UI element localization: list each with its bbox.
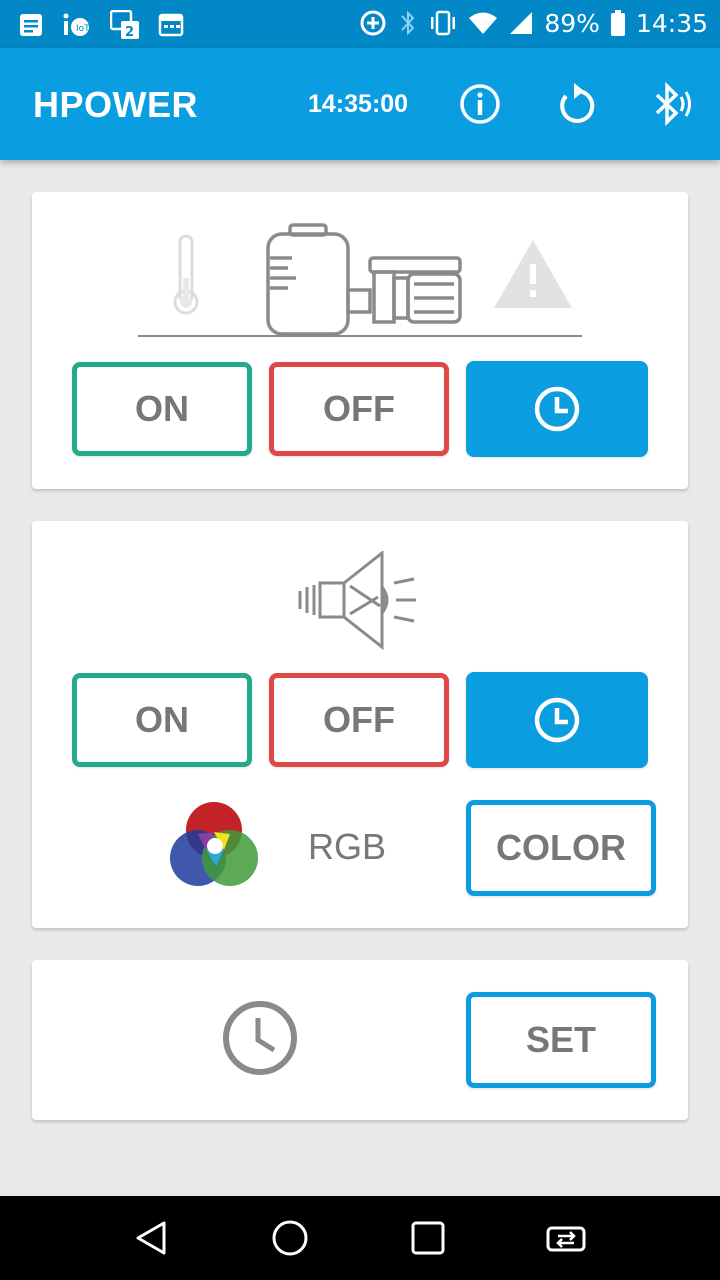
pump-icon: [266, 223, 462, 336]
light-on-button[interactable]: ON: [72, 673, 252, 767]
svg-text:IoT: IoT: [76, 24, 90, 34]
light-card: ON OFF RGB COLOR: [32, 521, 688, 928]
status-time: 14:35: [635, 8, 708, 38]
pump-off-button[interactable]: OFF: [269, 362, 449, 456]
status-bar: IoT 2 89% 14:35: [0, 0, 720, 48]
wifi-icon: [469, 12, 498, 34]
rgb-label: RGB: [308, 826, 387, 867]
iot-icon: IoT: [63, 13, 90, 36]
data-saver-icon: [360, 10, 386, 36]
pump-on-button[interactable]: ON: [72, 362, 252, 456]
app-bar: HPOWER 14:35:00: [0, 48, 720, 160]
warning-icon: [494, 240, 572, 308]
clock-icon: [223, 1001, 297, 1075]
light-timer-button[interactable]: [466, 672, 648, 768]
screen-switch-icon[interactable]: [544, 1216, 588, 1260]
pump-card: ON OFF: [32, 192, 688, 489]
calendar-icon: [158, 13, 184, 37]
app-clock: 14:35:00: [308, 90, 409, 118]
info-icon[interactable]: [458, 82, 502, 126]
battery-icon: [610, 10, 625, 36]
clock-icon: [534, 697, 580, 743]
back-icon[interactable]: [130, 1216, 174, 1260]
pump-timer-button[interactable]: [466, 361, 648, 457]
bluetooth-icon: [401, 10, 415, 36]
light-off-button[interactable]: OFF: [269, 673, 449, 767]
bluetooth-connected-icon[interactable]: [650, 82, 694, 126]
set-button[interactable]: SET: [466, 992, 656, 1088]
thermometer-icon: [173, 234, 199, 315]
app-title: HPOWER: [33, 84, 198, 125]
refresh-icon[interactable]: [554, 82, 598, 126]
navigation-bar: [0, 1196, 720, 1280]
pump-illustration: [138, 223, 582, 337]
recents-icon[interactable]: [406, 1216, 450, 1260]
color-button[interactable]: COLOR: [466, 800, 656, 896]
signal-icon: [510, 12, 533, 34]
dual-sim-icon: 2: [110, 10, 139, 40]
vibrate-icon: [431, 10, 456, 36]
clock-icon: [534, 386, 580, 432]
home-icon[interactable]: [268, 1216, 312, 1260]
battery-percent: 89%: [544, 8, 600, 38]
rgb-icon: [170, 802, 258, 886]
clock-card: SET: [32, 960, 688, 1120]
svg-text:2: 2: [125, 25, 134, 40]
notes-icon: [20, 14, 42, 36]
speaker-icon: [298, 551, 416, 651]
